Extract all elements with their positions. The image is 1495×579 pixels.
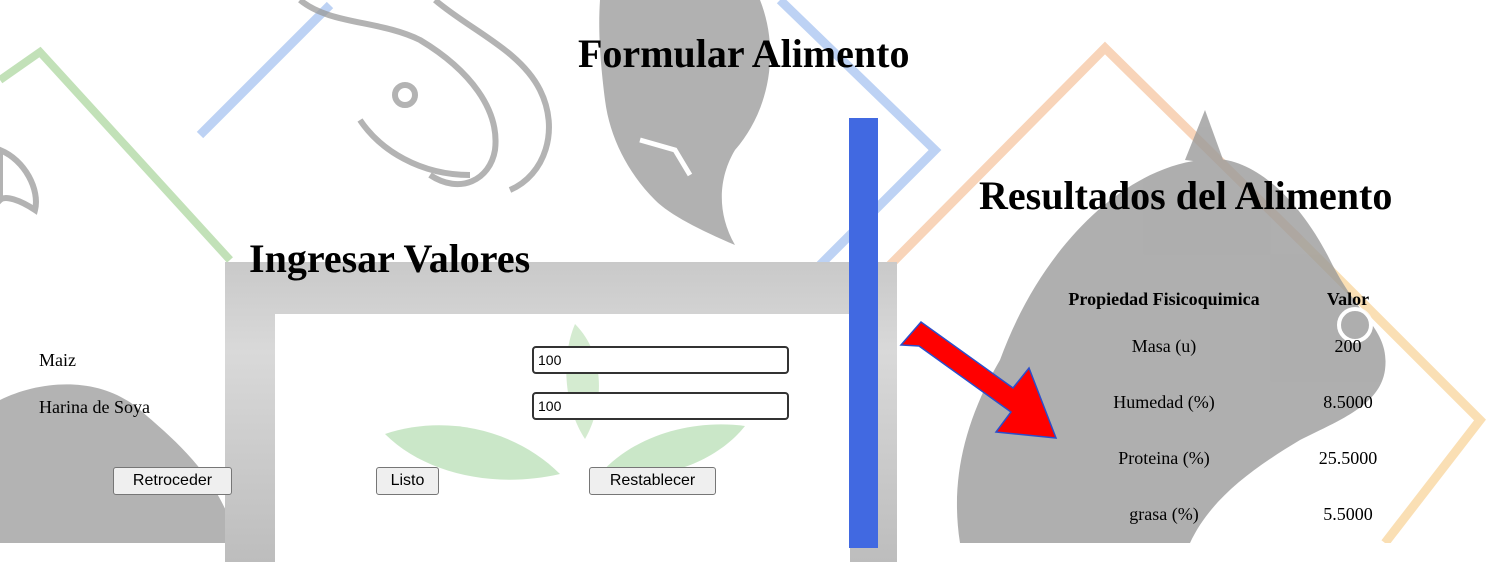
retroceder-button[interactable]: Retroceder [113, 467, 232, 495]
red-arrow-icon [899, 320, 1058, 439]
table-row: grasa (%) 5.5000 [1030, 486, 1398, 542]
vertical-divider [849, 118, 878, 548]
column-header-value: Valor [1326, 288, 1370, 309]
table-row: Masa (u) 200 [1030, 318, 1398, 374]
value-cell: 8.5000 [1323, 391, 1373, 412]
table-row: Proteina (%) 25.5000 [1030, 430, 1398, 486]
harina-de-soya-label: Harina de Soya [39, 397, 150, 417]
table-row: Humedad (%) 8.5000 [1030, 374, 1398, 430]
column-header-property: Propiedad Fisicoquimica [1068, 288, 1260, 309]
results-heading: Resultados del Alimento [979, 173, 1393, 218]
page-title: Formular Alimento [578, 31, 910, 76]
blue-diamond-outline [196, 1, 334, 139]
listo-button[interactable]: Listo [376, 467, 439, 495]
results-table: Propiedad Fisicoquimica Valor Masa (u) 2… [1030, 280, 1398, 542]
results-header-row: Propiedad Fisicoquimica Valor [1030, 280, 1398, 318]
property-cell: grasa (%) [1129, 503, 1199, 524]
shrimp-illustration [298, 0, 552, 193]
maiz-input[interactable] [532, 346, 789, 374]
restablecer-button[interactable]: Restablecer [589, 467, 716, 495]
value-cell: 200 [1334, 335, 1362, 356]
harina-de-soya-input[interactable] [532, 392, 789, 420]
maiz-label: Maiz [39, 350, 76, 370]
value-cell: 25.5000 [1318, 447, 1378, 468]
green-diamond-outline [0, 46, 233, 263]
value-cell: 5.5000 [1323, 503, 1373, 524]
input-heading: Ingresar Valores [249, 236, 531, 281]
